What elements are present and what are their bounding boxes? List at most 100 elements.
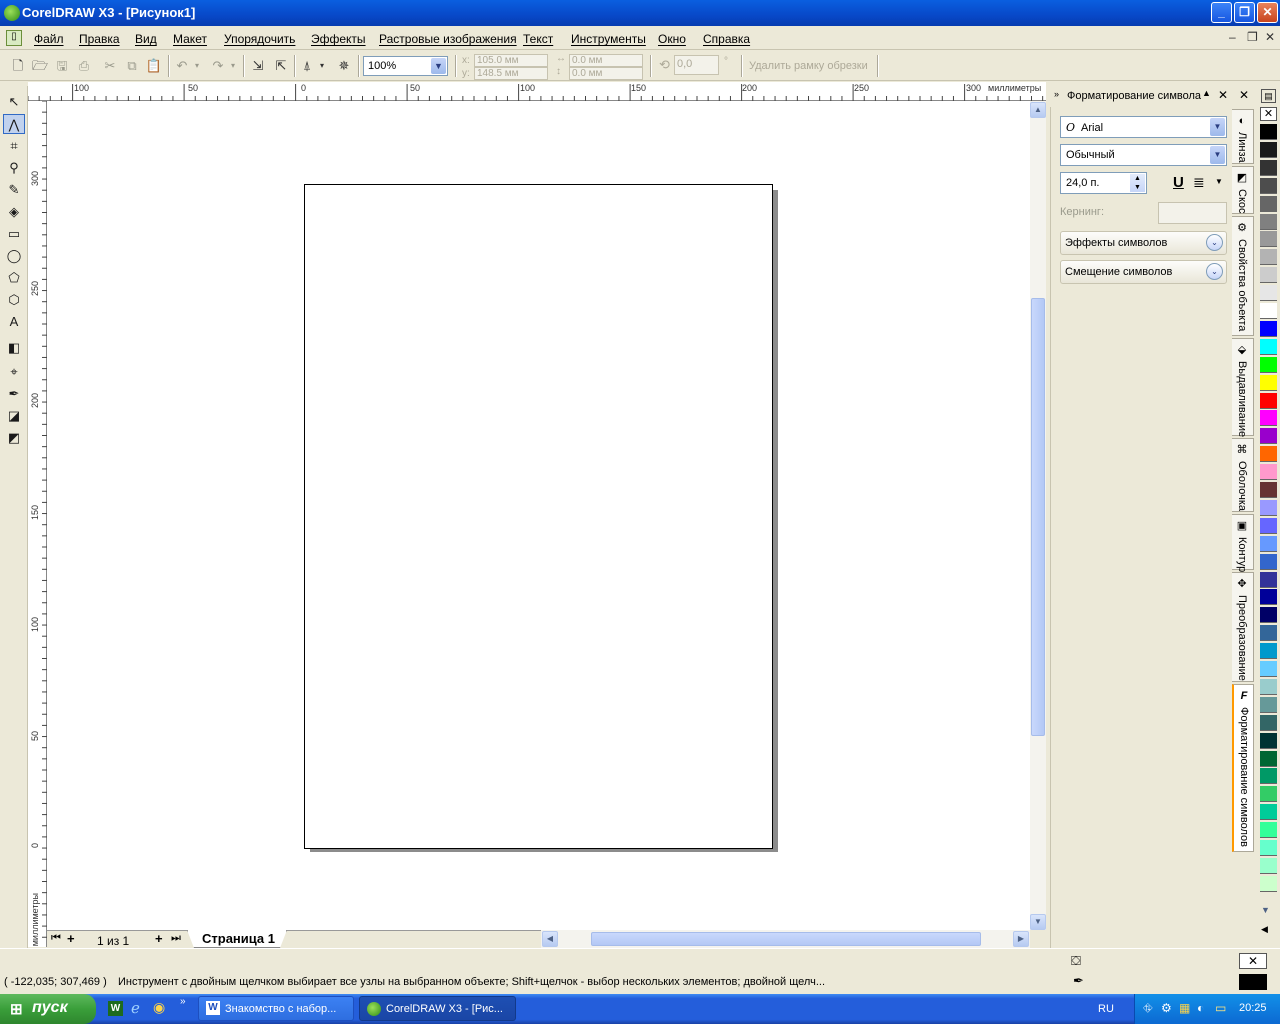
rectangle-tool-icon[interactable]: ▭ xyxy=(3,224,25,244)
export-icon[interactable]: ⇱ xyxy=(272,57,290,75)
last-page-icon[interactable]: ⏭ xyxy=(171,932,181,945)
color-swatch[interactable] xyxy=(1260,786,1277,803)
menu-effects[interactable]: Эффекты xyxy=(311,32,366,46)
font-style-select[interactable]: Обычный ▼ xyxy=(1060,144,1227,166)
redo-icon[interactable]: ↷ xyxy=(209,57,227,75)
color-swatch[interactable] xyxy=(1260,499,1277,516)
shape-tool-icon[interactable]: ⋀ xyxy=(3,114,25,134)
freehand-tool-icon[interactable]: ✎ xyxy=(3,180,25,200)
x-position-field[interactable]: 105.0 мм xyxy=(474,54,548,67)
docker-close-icon[interactable]: ✕ xyxy=(1218,88,1228,102)
volume-icon[interactable]: ◐ xyxy=(1197,1001,1204,1015)
color-swatch[interactable] xyxy=(1260,643,1277,660)
media-player-icon[interactable]: ◉ xyxy=(153,999,165,1016)
horizontal-scrollbar[interactable]: ◀ ▶ xyxy=(541,930,1030,948)
maximize-button[interactable]: ❐ xyxy=(1234,2,1255,23)
color-swatch[interactable] xyxy=(1260,696,1277,713)
tray-folder-icon[interactable]: ▭ xyxy=(1215,1001,1226,1015)
strikethrough-icon[interactable]: ≣ xyxy=(1193,174,1205,191)
color-swatch[interactable] xyxy=(1260,661,1277,677)
chevron-down-icon[interactable]: ▼ xyxy=(1215,177,1223,186)
color-swatch[interactable] xyxy=(1260,535,1277,552)
color-swatch[interactable] xyxy=(1260,732,1277,749)
copy-icon[interactable]: ⧉ xyxy=(123,57,141,75)
horizontal-scroll-thumb[interactable] xyxy=(591,932,981,946)
doc-minimize-button[interactable]: – xyxy=(1229,30,1236,44)
tab-lens[interactable]: ◐ Линза xyxy=(1232,109,1254,164)
eyedropper-tool-icon[interactable]: ⌖ xyxy=(3,362,25,382)
docker-close-all-icon[interactable]: ✕ xyxy=(1239,88,1249,102)
font-size-field[interactable]: 24,0 п. ▲ ▼ xyxy=(1060,172,1147,194)
import-icon[interactable]: ⇲ xyxy=(249,57,267,75)
scroll-right-icon[interactable]: ▶ xyxy=(1013,931,1029,947)
pick-tool-icon[interactable]: ↖ xyxy=(3,92,25,112)
document-icon[interactable]: ▯ xyxy=(6,30,22,46)
undo-dropdown-icon[interactable]: ▾ xyxy=(192,57,202,75)
tab-transformation[interactable]: ✥ Преобразование xyxy=(1232,572,1254,682)
color-swatch[interactable] xyxy=(1260,392,1277,409)
tab-page-1[interactable]: Страница 1 xyxy=(187,930,287,948)
add-page-after-icon[interactable]: + xyxy=(155,931,163,946)
menu-edit[interactable]: Правка xyxy=(79,32,120,46)
vertical-ruler[interactable]: 300 250 200 150 100 50 0 миллиметры xyxy=(28,101,47,947)
welcome-screen-icon[interactable]: ✵ xyxy=(335,57,353,75)
menu-view[interactable]: Вид xyxy=(135,32,157,46)
new-icon[interactable]: 🗋 xyxy=(9,57,27,75)
palette-flyout-icon[interactable]: ▤ xyxy=(1261,89,1276,103)
first-page-icon[interactable]: ⏮ xyxy=(51,932,61,945)
color-swatch[interactable] xyxy=(1260,303,1277,319)
color-swatch[interactable] xyxy=(1260,231,1277,248)
menu-help[interactable]: Справка xyxy=(703,32,750,46)
task-word-document[interactable]: W Знакомство с набор... xyxy=(198,996,354,1021)
character-effects-section[interactable]: Эффекты символов ⌄ xyxy=(1060,231,1227,255)
scroll-up-icon[interactable]: ▲ xyxy=(1030,102,1046,118)
fill-tool-icon[interactable]: ◪ xyxy=(3,406,25,426)
menu-tools[interactable]: Инструменты xyxy=(571,32,646,46)
outline-color-swatch[interactable] xyxy=(1239,974,1267,990)
launcher-dropdown-icon[interactable]: ▾ xyxy=(317,57,327,75)
add-page-before-icon[interactable]: + xyxy=(67,931,75,946)
color-swatch[interactable] xyxy=(1260,768,1277,785)
color-swatch[interactable] xyxy=(1260,356,1277,373)
doc-close-button[interactable]: ✕ xyxy=(1265,30,1275,44)
scroll-down-icon[interactable]: ▼ xyxy=(1030,914,1046,930)
docker-grip-icon[interactable]: » xyxy=(1054,89,1059,99)
menu-layout[interactable]: Макет xyxy=(173,32,207,46)
zoom-level-select[interactable]: 100% ▼ xyxy=(363,56,448,76)
close-button[interactable]: ✕ xyxy=(1257,2,1278,23)
color-swatch[interactable] xyxy=(1260,159,1277,176)
outline-tool-icon[interactable]: ✒ xyxy=(3,384,25,404)
height-field[interactable]: 0.0 мм xyxy=(569,67,643,80)
color-swatch[interactable] xyxy=(1260,285,1277,302)
ellipse-tool-icon[interactable]: ◯ xyxy=(3,246,25,266)
zoom-tool-icon[interactable]: ⚲ xyxy=(3,158,25,178)
color-swatch[interactable] xyxy=(1260,804,1277,821)
color-swatch[interactable] xyxy=(1260,338,1277,355)
basic-shapes-tool-icon[interactable]: ⬡ xyxy=(3,290,25,310)
color-swatch[interactable] xyxy=(1260,213,1277,230)
color-swatch[interactable] xyxy=(1260,410,1277,427)
color-swatch[interactable] xyxy=(1260,875,1277,892)
smart-fill-tool-icon[interactable]: ◈ xyxy=(3,202,25,222)
color-swatch[interactable] xyxy=(1260,464,1277,481)
network-icon[interactable]: ⛗ xyxy=(1143,1001,1153,1016)
horizontal-ruler[interactable]: 100 50 0 50 100 150 200 250 300 миллимет… xyxy=(28,82,1046,101)
menu-window[interactable]: Окно xyxy=(658,32,686,46)
menu-text[interactable]: Текст xyxy=(523,32,553,46)
application-launcher-icon[interactable]: ⍋ xyxy=(298,57,316,75)
paste-icon[interactable]: 📋 xyxy=(145,57,163,75)
interactive-blend-tool-icon[interactable]: ◧ xyxy=(3,338,25,358)
color-swatch[interactable] xyxy=(1260,589,1277,606)
tab-object-properties[interactable]: ⚙ Свойства объекта xyxy=(1232,216,1254,336)
kerning-field[interactable] xyxy=(1158,202,1227,224)
print-icon[interactable]: ⎙ xyxy=(75,57,93,75)
color-swatch[interactable] xyxy=(1260,750,1277,767)
color-swatch[interactable] xyxy=(1260,571,1277,588)
color-swatch[interactable] xyxy=(1260,446,1277,463)
underline-icon[interactable]: U xyxy=(1173,174,1184,191)
polygon-tool-icon[interactable]: ⬠ xyxy=(3,268,25,288)
open-icon[interactable]: 🗁 xyxy=(31,57,49,75)
color-swatch[interactable] xyxy=(1260,482,1277,498)
minimize-button[interactable]: _ xyxy=(1211,2,1232,23)
font-select[interactable]: O Arial ▼ xyxy=(1060,116,1227,138)
